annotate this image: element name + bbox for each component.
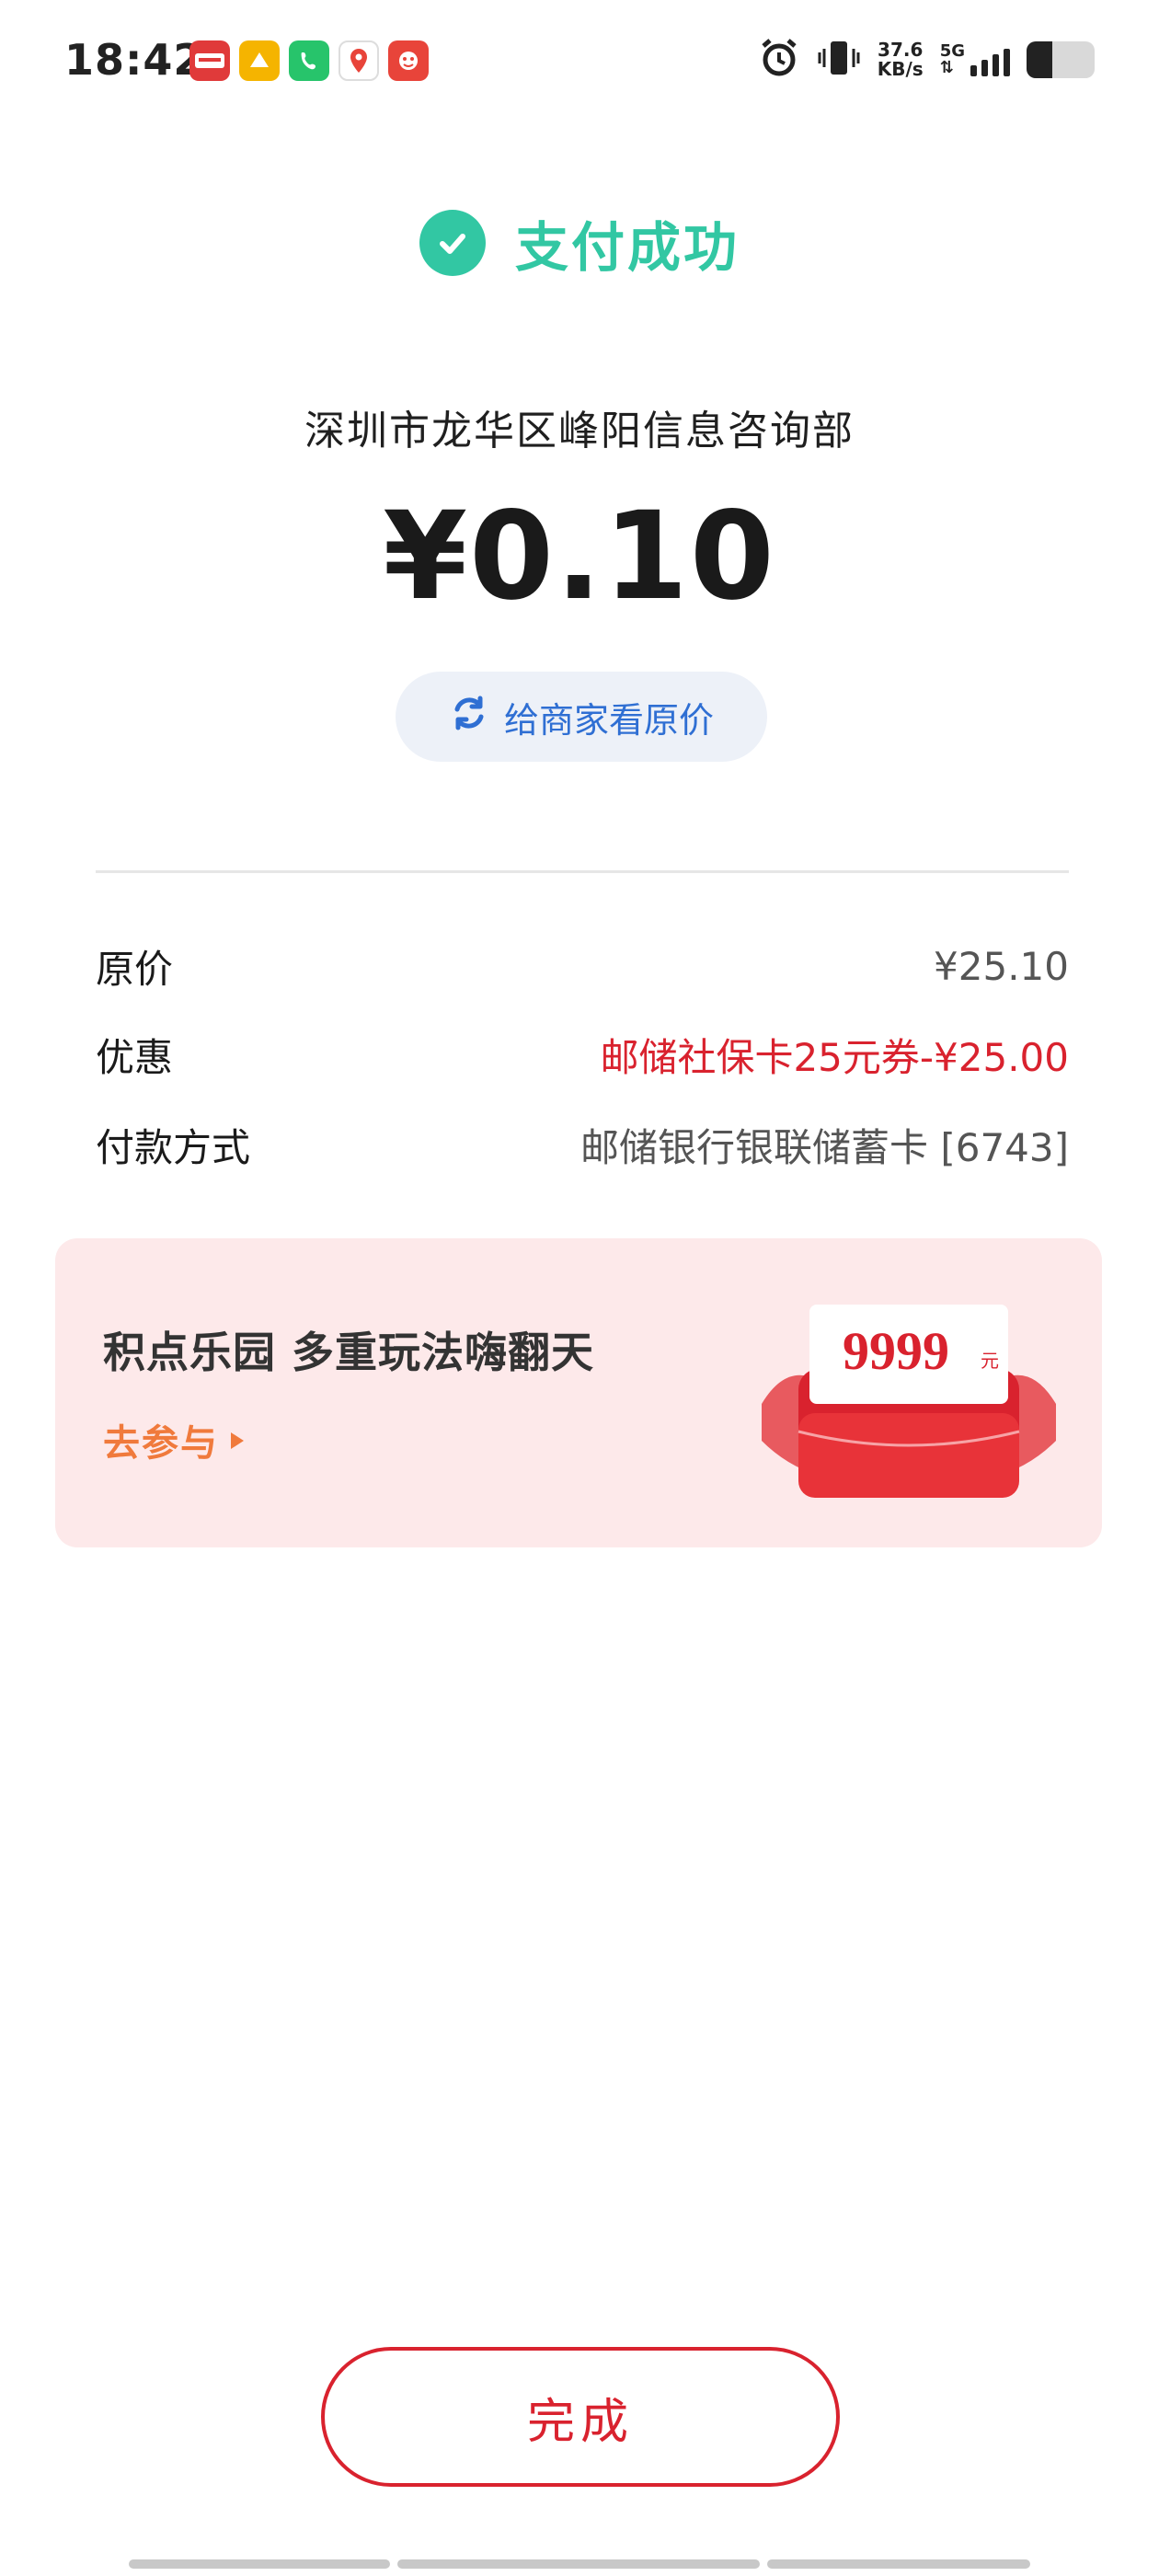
nav-gesture-bar[interactable] — [129, 2559, 390, 2569]
network-type: 5G ⇅ — [939, 41, 965, 77]
payment-success-header: 支付成功 — [0, 204, 1159, 282]
yellow-app-icon — [239, 40, 280, 81]
detail-label: 原价 — [96, 947, 174, 992]
detail-row-discount: 优惠 邮储社保卡25元券-¥25.00 — [96, 1027, 1069, 1083]
map-app-icon — [339, 40, 379, 81]
check-circle-icon — [419, 210, 486, 276]
promo-join-label: 去参与 — [103, 1422, 219, 1465]
network-speed: 37.6 KB/s — [877, 39, 924, 80]
detail-value: ¥25.10 — [934, 944, 1069, 989]
nav-gesture-bar[interactable] — [767, 2559, 1030, 2569]
battery-level — [1027, 41, 1053, 78]
detail-row-original-price: 原价 ¥25.10 — [96, 938, 1069, 995]
promo-banner[interactable]: 积点乐园 多重玩法嗨翻天 去参与 9999 元 — [55, 1238, 1102, 1547]
cell-signal: 5G ⇅ — [940, 43, 1010, 76]
detail-label: 优惠 — [96, 1035, 174, 1080]
phone-app-icon — [289, 40, 329, 81]
refresh-icon — [449, 693, 489, 742]
detail-value: 邮储社保卡25元券-¥25.00 — [600, 1035, 1069, 1080]
promo-title: 积点乐园 多重玩法嗨翻天 — [103, 1328, 595, 1377]
detail-label: 付款方式 — [96, 1125, 251, 1170]
signal-bars-icon — [970, 45, 1010, 76]
payment-result-page: 18:42 37.6 KB/s 5G ⇅ 支付成功 深圳市龙华区峰阳信息咨询部 … — [0, 0, 1159, 2576]
promo-join-link[interactable]: 去参与 — [103, 1413, 247, 1466]
play-triangle-icon — [228, 1419, 247, 1461]
status-indicators: 37.6 KB/s 5G ⇅ — [758, 37, 1095, 83]
battery-icon — [1027, 41, 1095, 78]
game-app-icon — [388, 40, 429, 81]
status-bar: 18:42 37.6 KB/s 5G ⇅ — [0, 0, 1159, 120]
success-title: 支付成功 — [514, 216, 740, 279]
alarm-icon — [758, 37, 800, 83]
red-envelope-graphic: 9999 元 — [743, 1294, 1074, 1505]
status-time: 18:42 — [64, 35, 204, 85]
detail-row-payment-method: 付款方式 邮储银行银联储蓄卡 [6743] — [96, 1117, 1069, 1173]
envelope-number: 9999 — [843, 1321, 949, 1381]
divider — [96, 870, 1069, 873]
envelope-unit: 元 — [981, 1350, 999, 1372]
view-original-price-button[interactable]: 给商家看原价 — [396, 672, 767, 762]
paid-amount: ¥0.10 — [383, 486, 776, 627]
done-button[interactable]: 完成 — [321, 2347, 840, 2487]
data-arrows-icon: ⇅ — [939, 58, 954, 77]
view-original-price-label: 给商家看原价 — [503, 699, 714, 741]
detail-value: 邮储银行银联储蓄卡 [6743] — [580, 1125, 1069, 1170]
notification-icons — [189, 40, 429, 81]
merchant-name: 深圳市龙华区峰阳信息咨询部 — [304, 408, 855, 454]
vibrate-icon — [817, 38, 861, 82]
nav-gesture-bar[interactable] — [397, 2559, 760, 2569]
bank-pay-app-icon — [189, 40, 230, 81]
